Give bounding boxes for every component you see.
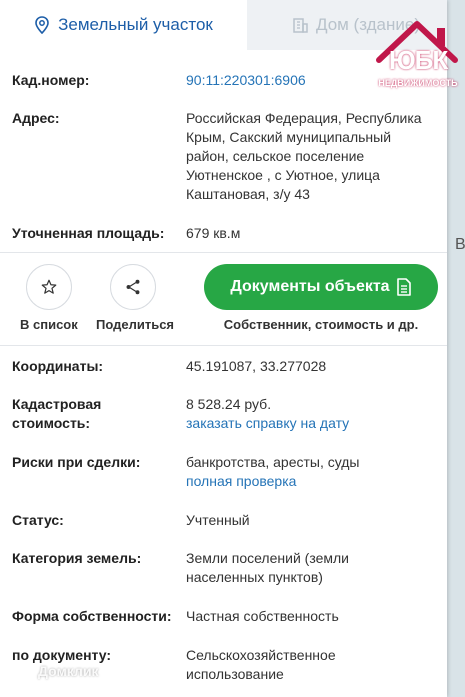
cadastral-label: Кад.номер: (12, 72, 90, 88)
ownership-value: Частная собственность (186, 608, 339, 624)
cost-label: Кадастровая стоимость: (12, 396, 102, 431)
map-background (445, 0, 465, 697)
star-icon (41, 279, 57, 294)
building-icon (293, 18, 308, 33)
home-icon (23, 664, 37, 678)
coordinates-value: 45.191087, 33.277028 (186, 358, 327, 374)
category-value: Земли поселений (земли населенных пункто… (186, 550, 349, 585)
cost-value-block: 8 528.24 руб. заказать справку на дату (186, 395, 436, 433)
address-label: Адрес: (12, 110, 60, 126)
risks-label: Риски при сделки: (12, 454, 141, 470)
status-value: Учтенный (186, 512, 250, 528)
map-label: Вс (455, 236, 465, 253)
documents-subtitle: Собственник, стоимость и др. (223, 317, 419, 332)
share-icon (126, 279, 140, 295)
usage-value: Сельскохозяйственное использование (186, 647, 336, 682)
category-label: Категория земель: (12, 550, 142, 566)
ownership-label: Форма собственности: (12, 608, 172, 624)
risks-value-block: банкротства, аресты, суды полная проверк… (186, 453, 436, 491)
favorite-caption[interactable]: В список (20, 317, 78, 332)
watermark-text: Домклик (38, 663, 99, 679)
share-button[interactable] (110, 264, 156, 310)
share-caption[interactable]: Поделиться (96, 317, 174, 332)
divider (0, 345, 447, 346)
logo-sub-text: НЕДВИЖИМОСТЬ (378, 78, 458, 88)
tab-land-plot-label: Земельный участок (58, 15, 213, 34)
documents-button[interactable]: Документы объекта (204, 264, 438, 310)
order-certificate-link[interactable]: заказать справку на дату (186, 414, 436, 433)
area-value: 679 кв.м (186, 225, 241, 241)
cost-value: 8 528.24 руб. (186, 396, 272, 412)
location-pin-icon (35, 16, 49, 34)
address-value: Российская Федерация, Республика Крым, С… (186, 110, 422, 202)
status-label: Статус: (12, 512, 64, 528)
tab-land-plot[interactable]: Земельный участок (0, 0, 247, 50)
property-panel: Земельный участок Дом (здание) Кад.номер… (0, 0, 447, 697)
logo-main-text: ЮБК (388, 45, 448, 75)
favorite-button[interactable] (26, 264, 72, 310)
documents-button-label: Документы объекта (230, 278, 390, 295)
coordinates-label: Координаты: (12, 358, 104, 374)
area-label: Уточненная площадь: (12, 225, 165, 241)
divider (0, 252, 447, 253)
risks-value: банкротства, аресты, суды (186, 454, 360, 470)
full-check-link[interactable]: полная проверка (186, 472, 436, 491)
document-icon (396, 278, 411, 296)
watermark: Домклик (22, 663, 99, 679)
